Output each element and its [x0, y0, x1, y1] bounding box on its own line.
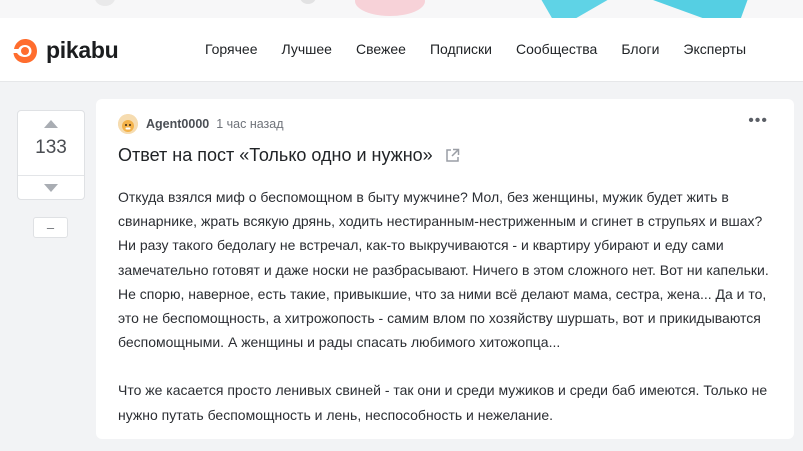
- nav-item-subscriptions[interactable]: Подписки: [430, 41, 492, 57]
- top-banner: [0, 0, 803, 18]
- main-nav: Горячее Лучшее Свежее Подписки Сообществ…: [205, 41, 770, 57]
- arrow-down-icon: [44, 183, 58, 192]
- rating-count: 133: [35, 137, 67, 158]
- post-time: 1 час назад: [216, 117, 284, 131]
- story-header: Agent0000 1 час назад: [118, 114, 284, 134]
- external-link-icon[interactable]: [445, 148, 460, 163]
- story-paragraph: Откуда взялся миф о беспомощном в быту м…: [118, 189, 769, 351]
- vote-up-button[interactable]: [18, 111, 84, 137]
- collapse-button[interactable]: –: [33, 217, 68, 238]
- nav-item-fresh[interactable]: Свежее: [356, 41, 406, 57]
- nav-item-hot[interactable]: Горячее: [205, 41, 258, 57]
- avatar-face-icon: [118, 114, 138, 134]
- vote-down-button[interactable]: [18, 176, 84, 199]
- more-options-button[interactable]: •••: [748, 113, 768, 129]
- story-card: Agent0000 1 час назад ••• Ответ на пост …: [96, 99, 794, 439]
- rating-box: 133: [17, 110, 85, 200]
- story-paragraph: Что же касается просто ленивых свиней - …: [118, 382, 768, 423]
- site-logo[interactable]: pikabu: [12, 37, 119, 64]
- avatar[interactable]: [118, 114, 138, 134]
- brand-name: pikabu: [46, 37, 119, 63]
- nav-item-experts[interactable]: Эксперты: [683, 41, 746, 57]
- site-header: pikabu Горячее Лучшее Свежее Подписки Со…: [0, 18, 803, 82]
- author-name[interactable]: Agent0000: [146, 117, 209, 131]
- nav-item-blogs[interactable]: Блоги: [621, 41, 659, 57]
- pikabu-logo-icon: [13, 38, 37, 63]
- story-body: Откуда взялся миф о беспомощном в быту м…: [118, 185, 778, 451]
- nav-item-communities[interactable]: Сообщества: [516, 41, 597, 57]
- story-title[interactable]: Ответ на пост «Только одно и нужно»: [118, 145, 433, 166]
- nav-item-best[interactable]: Лучшее: [282, 41, 332, 57]
- arrow-up-icon: [44, 120, 58, 128]
- story-title-row: Ответ на пост «Только одно и нужно»: [118, 145, 460, 166]
